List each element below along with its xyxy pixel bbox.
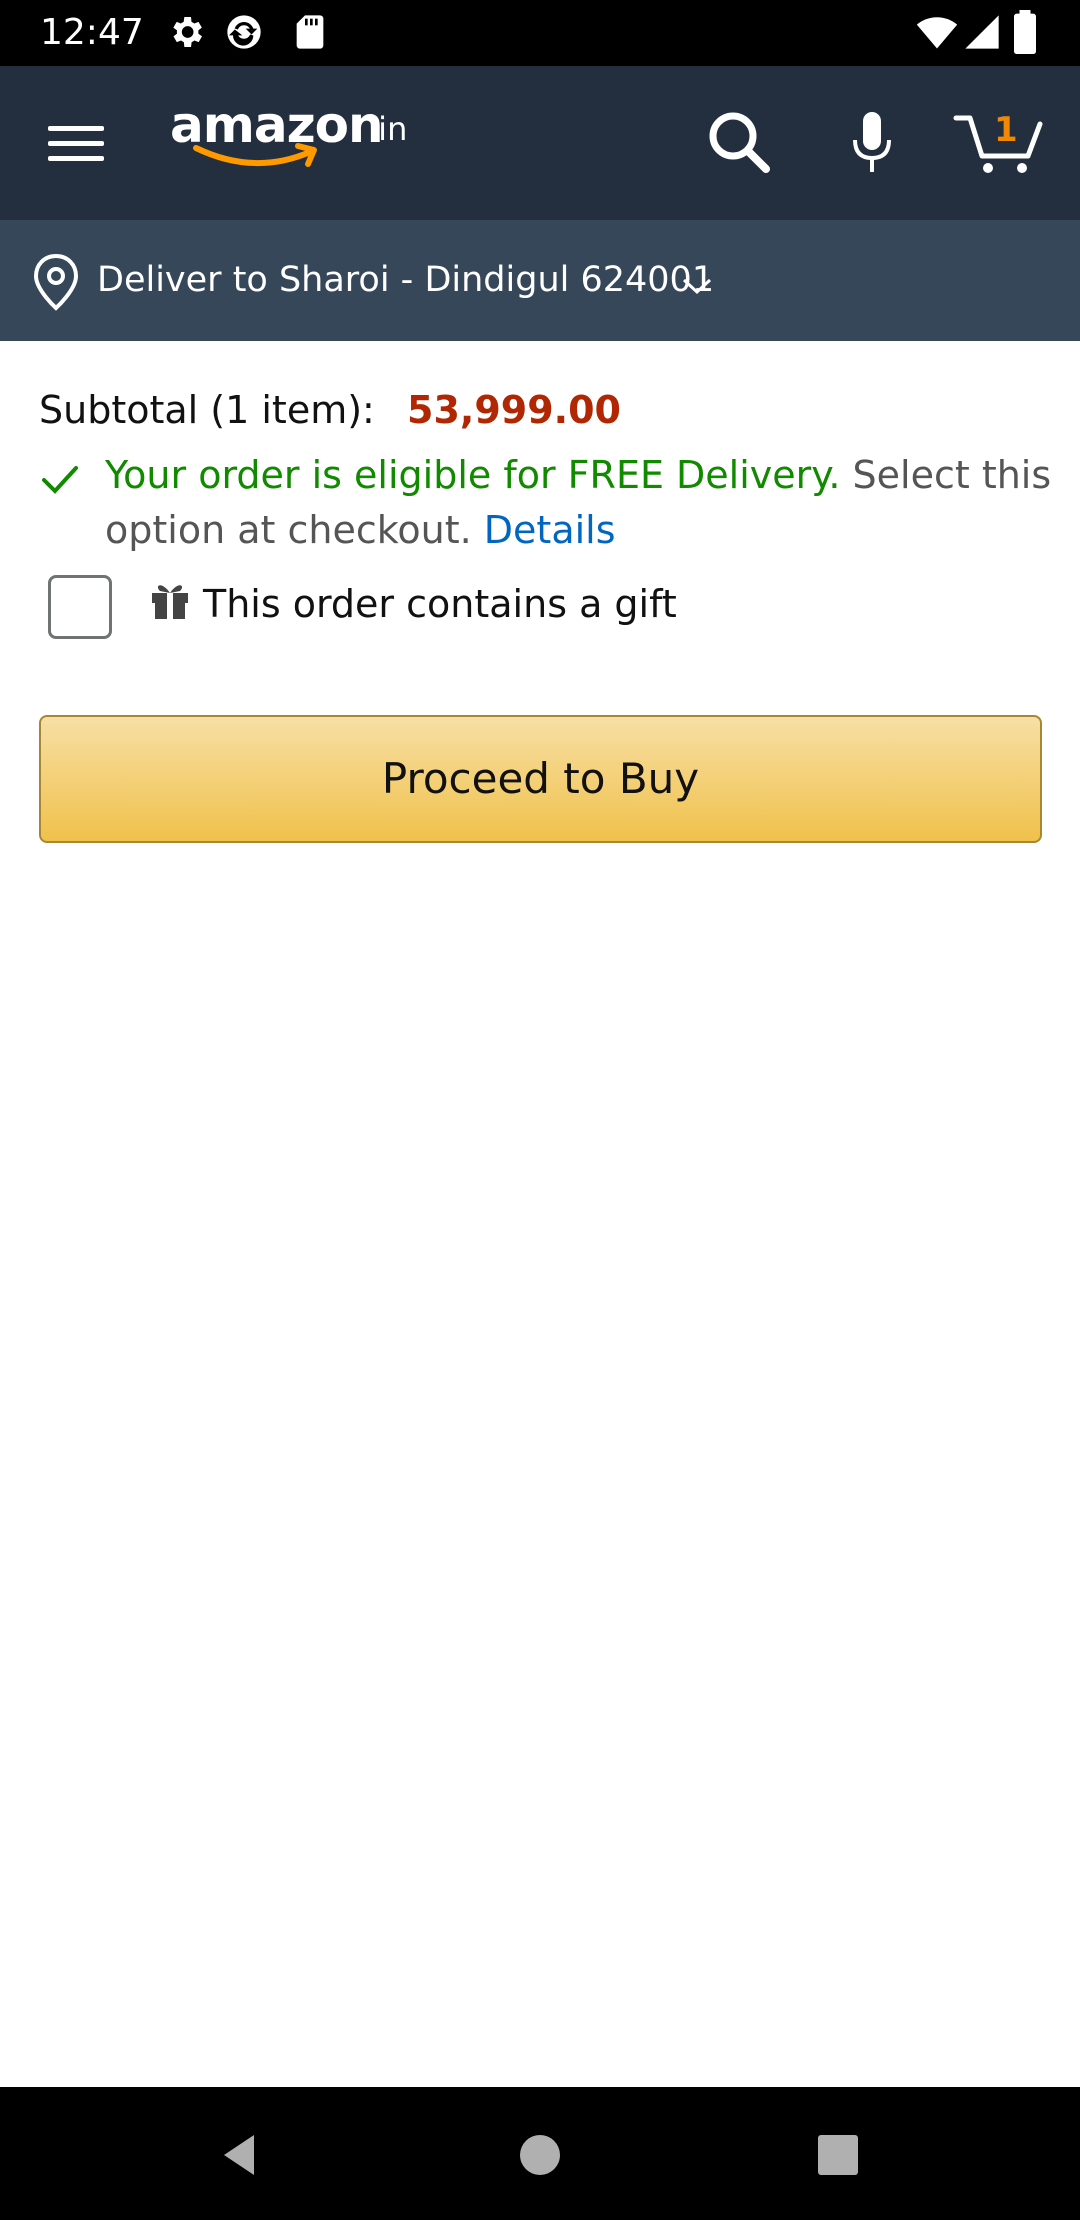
free-delivery-text: Your order is eligible for FREE Delivery… [105,448,1080,558]
back-icon[interactable] [212,2127,268,2183]
home-icon[interactable] [512,2127,568,2183]
gift-checkbox[interactable] [48,575,112,639]
deliver-to-text: Deliver to Sharoi - Dindigul 624001 [97,260,715,300]
proceed-to-buy-button[interactable]: Proceed to Buy [39,715,1042,843]
deliver-to-bar[interactable]: Deliver to Sharoi - Dindigul 624001 [0,220,1080,341]
menu-button[interactable] [44,118,110,168]
gift-icon [152,585,188,619]
wifi-icon [916,17,958,49]
cart-count-badge: 1 [994,110,1018,150]
logo-smile-icon [193,143,317,167]
system-nav-bar [0,2087,1080,2220]
sd-card-icon [296,15,324,49]
logo-suffix: .in [368,110,408,148]
app-header: amazon .in 1 [0,66,1080,220]
battery-icon [1014,10,1036,54]
subtotal-price: 53,999.00 [407,388,621,432]
cell-signal-icon [965,15,999,49]
subtotal-label: Subtotal (1 item): [39,388,375,432]
subtotal-row: Subtotal (1 item): 53,999.00 [39,382,621,438]
details-link[interactable]: Details [484,508,616,552]
search-icon[interactable] [703,106,775,178]
sync-icon [227,15,261,49]
chevron-down-icon [682,278,712,295]
free-delivery-eligible: Your order is eligible for FREE Delivery… [105,453,841,497]
amazon-logo[interactable]: amazon .in [170,96,430,176]
gear-icon [173,17,202,47]
microphone-icon[interactable] [836,106,908,178]
location-pin-icon [33,253,79,311]
status-time: 12:47 [40,12,144,53]
status-bar: 12:47 [0,0,1080,66]
gift-label: This order contains a gift [203,582,677,626]
recents-icon[interactable] [810,2127,866,2183]
check-icon [42,466,78,494]
